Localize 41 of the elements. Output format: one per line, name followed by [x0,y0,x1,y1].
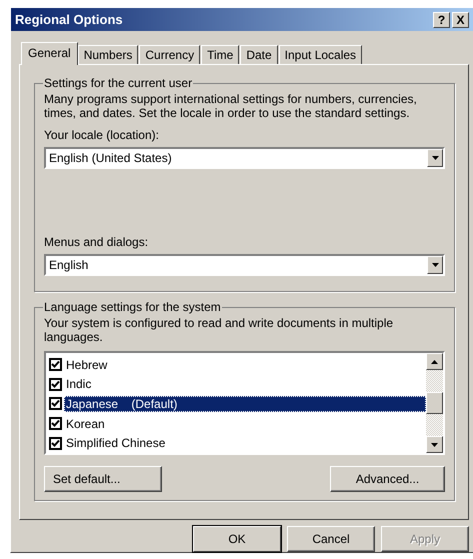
window-title: Regional Options [15,12,123,27]
help-button[interactable]: ? [433,12,450,28]
dropdown-button[interactable] [427,256,443,274]
checkbox[interactable] [49,358,62,372]
scroll-up-button[interactable] [426,353,443,370]
scroll-thumb[interactable] [426,392,443,414]
dropdown-button[interactable] [427,149,443,167]
list-item[interactable]: Simplified Chinese [64,435,426,452]
group-title: Language settings for the system [43,300,222,314]
list-item[interactable]: Japanese (Default) [64,396,426,412]
dialog-button[interactable]: Cancel [287,526,375,552]
down-arrow-icon [431,442,438,446]
checkbox[interactable] [49,436,62,450]
list-item[interactable]: Indic [64,376,426,392]
scrollbar[interactable] [426,353,443,453]
list-item[interactable]: Hebrew [64,356,426,373]
scroll-down-button[interactable] [426,436,443,453]
tab[interactable]: General [21,42,78,65]
locale-dropdown[interactable]: English (United States) [44,147,445,169]
close-button[interactable]: X [452,12,469,28]
tab[interactable]: Currency [139,45,200,64]
tab[interactable]: Time [201,45,240,64]
list-item[interactable]: Korean [64,416,426,432]
up-arrow-icon [431,360,438,364]
description-text: Many programs support international settings for numbers, currencies, times, and dates. Set the locale in order to use the standard settings. [44,92,418,120]
dialog-button[interactable]: OK [193,526,281,552]
advanced-button[interactable]: Advanced... [330,466,445,492]
tab[interactable]: Date [240,45,278,64]
checkbox[interactable] [49,397,62,410]
checkbox[interactable] [49,417,62,430]
menus-dropdown[interactable]: English [44,254,445,276]
down-arrow-icon [432,263,438,267]
group-title: Settings for the current user [43,76,194,90]
tab[interactable]: Numbers [78,45,138,64]
checkbox[interactable] [49,378,62,391]
description-text: Your system is configured to read and write documents in multiple languages. [44,316,394,344]
set-default-button[interactable]: Set default... [44,466,162,492]
field-label: Menus and dialogs: [44,235,150,249]
down-arrow-icon [432,156,438,160]
tab[interactable]: Input Locales [278,45,362,64]
field-label: Your locale (location): [44,128,160,142]
